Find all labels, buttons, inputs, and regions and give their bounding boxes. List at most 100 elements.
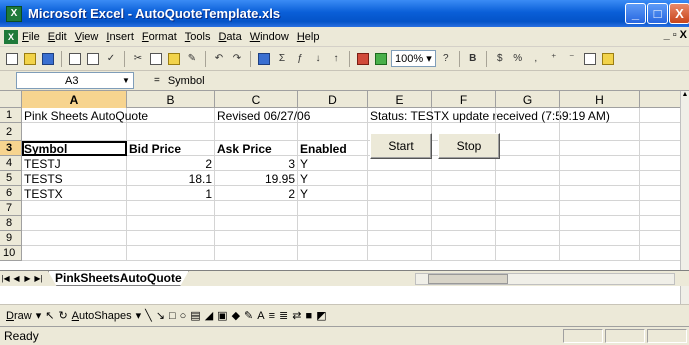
cell-f10[interactable]	[432, 246, 496, 261]
cell-d8[interactable]	[298, 216, 368, 231]
column-header-g[interactable]: G	[496, 91, 560, 108]
spelling-icon[interactable]: ✓	[103, 51, 119, 67]
fill-color-draw-icon[interactable]: ◆	[232, 309, 240, 322]
cell-d9[interactable]	[298, 231, 368, 246]
copy-icon[interactable]	[148, 51, 164, 67]
menu-edit[interactable]: Edit	[44, 31, 71, 43]
rectangle-icon[interactable]: □	[169, 310, 176, 322]
row-header[interactable]: 3	[0, 141, 22, 156]
row-header[interactable]: 6	[0, 186, 22, 201]
cell-h7[interactable]	[560, 201, 640, 216]
column-header-c[interactable]: C	[215, 91, 298, 108]
cell-a1[interactable]: Pink Sheets AutoQuote	[22, 108, 148, 123]
cell-b3[interactable]: Bid Price	[127, 141, 215, 156]
horizontal-scrollbar[interactable]	[415, 273, 675, 285]
cell-c7[interactable]	[215, 201, 298, 216]
cell-g9[interactable]	[496, 231, 560, 246]
last-sheet-icon[interactable]: ▶|	[33, 274, 44, 283]
cell-f9[interactable]	[432, 231, 496, 246]
print-icon[interactable]	[67, 51, 83, 67]
row-header[interactable]: 7	[0, 201, 22, 216]
cell-h1[interactable]	[560, 108, 640, 123]
workbook-restore-button[interactable]: ▫	[673, 29, 677, 41]
cell-d3[interactable]: Enabled	[298, 141, 368, 156]
row-header[interactable]: 1	[0, 108, 22, 123]
dash-style-icon[interactable]: ≣	[279, 309, 288, 322]
font-color-icon[interactable]: A	[257, 310, 264, 322]
line-color-icon[interactable]: ✎	[244, 309, 253, 322]
row-header[interactable]: 5	[0, 171, 22, 186]
drawing-icon[interactable]	[373, 51, 389, 67]
maximize-button[interactable]: □	[647, 3, 668, 24]
cell-a2[interactable]	[22, 123, 127, 141]
open-icon[interactable]	[22, 51, 38, 67]
cell-c1[interactable]: Revised 06/27/06	[215, 108, 310, 123]
cell-a8[interactable]	[22, 216, 127, 231]
chart-wizard-icon[interactable]	[355, 51, 371, 67]
menu-format[interactable]: Format	[138, 31, 181, 43]
cell-h6[interactable]	[560, 186, 640, 201]
cell-f5[interactable]	[432, 171, 496, 186]
cell-a7[interactable]	[22, 201, 127, 216]
cell-a9[interactable]	[22, 231, 127, 246]
column-header-f[interactable]: F	[432, 91, 496, 108]
cell-e1[interactable]: Status: TESTX update received (7:59:19 A…	[368, 108, 610, 123]
cell-g5[interactable]	[496, 171, 560, 186]
name-box[interactable]: A3 ▼	[16, 72, 134, 89]
cell-c5[interactable]: 19.95	[215, 171, 298, 186]
cell-f8[interactable]	[432, 216, 496, 231]
paste-icon[interactable]	[166, 51, 182, 67]
cell-e10[interactable]	[368, 246, 432, 261]
line-icon[interactable]: ╲	[145, 309, 152, 322]
cell-e7[interactable]	[368, 201, 432, 216]
scroll-up-icon[interactable]: ▲	[681, 91, 689, 98]
cell-d1[interactable]	[298, 108, 368, 123]
column-header-b[interactable]: B	[127, 91, 215, 108]
draw-menu-button[interactable]: Draw	[6, 310, 32, 322]
cell-a3[interactable]: Symbol	[22, 141, 127, 156]
percent-button[interactable]: %	[510, 51, 526, 67]
cell-c6[interactable]: 2	[215, 186, 298, 201]
close-button[interactable]: X	[669, 3, 689, 24]
arrow-icon[interactable]: ↘	[156, 309, 165, 322]
cell-b4[interactable]: 2	[127, 156, 215, 171]
cell-b7[interactable]	[127, 201, 215, 216]
cell-f6[interactable]	[432, 186, 496, 201]
cell-c8[interactable]	[215, 216, 298, 231]
cell-h5[interactable]	[560, 171, 640, 186]
cell-d6[interactable]: Y	[298, 186, 368, 201]
menu-data[interactable]: Data	[214, 31, 245, 43]
cell-a4[interactable]: TESTJ	[22, 156, 127, 171]
workbook-minimize-button[interactable]: _	[664, 29, 670, 41]
menu-insert[interactable]: Insert	[102, 31, 138, 43]
redo-icon[interactable]: ↷	[229, 51, 245, 67]
row-header[interactable]: 2	[0, 123, 22, 141]
menu-window[interactable]: Window	[246, 31, 293, 43]
arrow-style-icon[interactable]: ⇄	[292, 309, 301, 322]
cell-c4[interactable]: 3	[215, 156, 298, 171]
cell-h4[interactable]	[560, 156, 640, 171]
stop-button[interactable]: Stop	[438, 133, 500, 159]
autoshapes-dropdown-icon[interactable]: ▾	[136, 309, 142, 322]
hyperlink-icon[interactable]	[256, 51, 272, 67]
cell-h3[interactable]	[560, 141, 640, 156]
clipart-icon[interactable]: ▣	[217, 309, 227, 322]
cell-h10[interactable]	[560, 246, 640, 261]
cell-c3[interactable]: Ask Price	[215, 141, 298, 156]
select-objects-icon[interactable]: ↖	[45, 309, 54, 322]
cell-a10[interactable]	[22, 246, 127, 261]
cell-h9[interactable]	[560, 231, 640, 246]
autosum-icon[interactable]: Σ	[274, 51, 290, 67]
autoshapes-menu-button[interactable]: AutoShapes	[72, 310, 132, 322]
cell-b8[interactable]	[127, 216, 215, 231]
minimize-button[interactable]: _	[625, 3, 646, 24]
select-all-corner[interactable]	[0, 91, 22, 108]
zoom-select[interactable]: 100% ▾	[391, 50, 436, 67]
textbox-icon[interactable]: ▤	[190, 309, 200, 322]
cell-e8[interactable]	[368, 216, 432, 231]
cell-g8[interactable]	[496, 216, 560, 231]
draw-dropdown-icon[interactable]: ▾	[36, 309, 42, 322]
cell-g6[interactable]	[496, 186, 560, 201]
line-style-icon[interactable]: ≡	[269, 310, 275, 322]
cell-c2[interactable]	[215, 123, 298, 141]
